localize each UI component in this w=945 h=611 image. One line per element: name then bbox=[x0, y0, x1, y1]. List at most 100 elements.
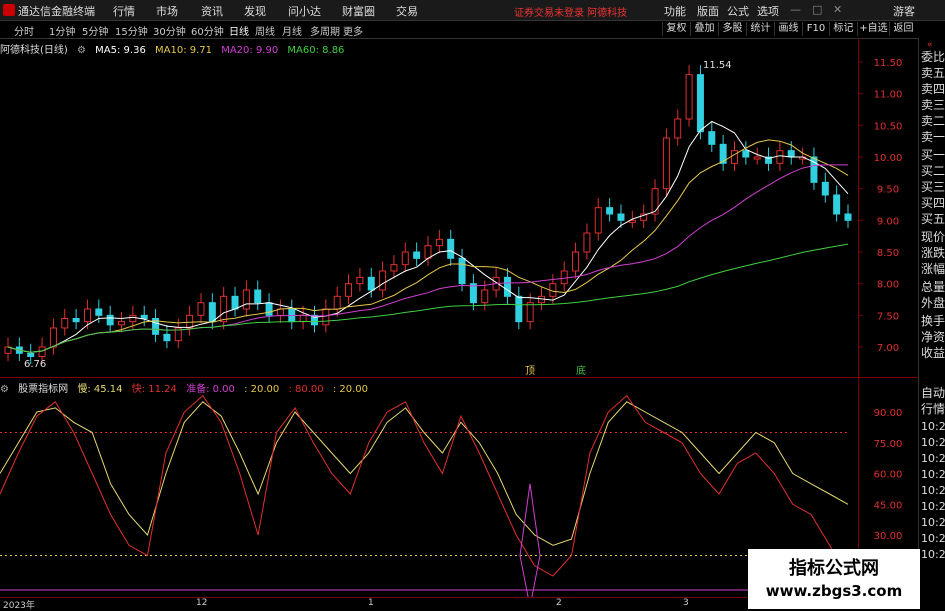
tab-weekly[interactable]: 周线 bbox=[255, 23, 275, 38]
date-label-mar: 3 bbox=[683, 598, 689, 608]
menu-item-wealth[interactable]: 财富圈 bbox=[342, 3, 375, 19]
price-tick-label: 9.00 bbox=[877, 216, 899, 227]
watermark-title: 指标公式网 bbox=[789, 558, 879, 579]
candle-body bbox=[299, 314, 307, 323]
minimize-icon[interactable]: — bbox=[790, 3, 801, 16]
candle-body bbox=[61, 318, 69, 329]
tick-time: 10:27 bbox=[921, 420, 945, 433]
guest-label[interactable]: 游客 bbox=[893, 3, 915, 19]
high-price-label: 11.54 bbox=[703, 60, 732, 71]
price-tick-label: 8.00 bbox=[877, 280, 899, 291]
draw-button[interactable]: 画线 bbox=[774, 22, 802, 36]
menu-item-ask[interactable]: 问小达 bbox=[288, 3, 321, 19]
bottom-signal-label: 底 bbox=[576, 364, 586, 377]
candle-body bbox=[129, 314, 137, 323]
menu-item-formula[interactable]: 公式 bbox=[727, 3, 749, 19]
candle-body bbox=[447, 238, 455, 259]
indicator-tick-label: 75.00 bbox=[874, 439, 903, 450]
price-tick-label: 11.00 bbox=[874, 90, 903, 101]
candle-body bbox=[186, 314, 194, 329]
candle-body bbox=[390, 264, 398, 272]
menu-item-layout[interactable]: 版面 bbox=[697, 3, 719, 19]
menu-item-news[interactable]: 资讯 bbox=[201, 3, 223, 19]
tab-more[interactable]: 更多 bbox=[343, 23, 363, 38]
candle-body bbox=[662, 137, 670, 190]
candle-body bbox=[401, 251, 409, 266]
panel-label-earnings: 收益 bbox=[921, 346, 945, 360]
login-notice[interactable]: 证券交易未登录 阿德科技 bbox=[514, 4, 627, 19]
menu-item-market[interactable]: 行情 bbox=[113, 3, 135, 19]
candle-body bbox=[776, 150, 784, 164]
multi-stock-button[interactable]: 多股 bbox=[718, 22, 746, 36]
candle-body bbox=[685, 74, 693, 120]
watermark-box: 指标公式网 www.zbgs3.com bbox=[748, 549, 920, 609]
tab-15min[interactable]: 15分钟 bbox=[115, 23, 148, 38]
candle-body bbox=[367, 276, 375, 291]
candle-body bbox=[140, 314, 148, 320]
menu-item-markets[interactable]: 市场 bbox=[156, 3, 178, 19]
tab-30min[interactable]: 30分钟 bbox=[153, 23, 186, 38]
tab-1min[interactable]: 1分钟 bbox=[49, 23, 75, 38]
top-signal-label: 顶 bbox=[525, 365, 535, 377]
menu-item-trade[interactable]: 交易 bbox=[396, 3, 418, 19]
panel-auto-tab[interactable]: 自动 bbox=[921, 384, 945, 401]
close-icon[interactable]: ✕ bbox=[833, 3, 842, 16]
candle-body bbox=[424, 245, 432, 259]
candle-body bbox=[220, 295, 228, 323]
tick-time: 10:27 bbox=[921, 452, 945, 465]
mark-button[interactable]: 标记 bbox=[829, 22, 857, 36]
kline-chart[interactable]: 11.50 11.00 10.50 10.00 9.50 9.00 8.50 8.00 7.50… bbox=[0, 38, 918, 598]
price-tick-label: 10.50 bbox=[874, 121, 903, 132]
candle-body bbox=[254, 289, 262, 304]
candle-body bbox=[753, 156, 761, 160]
adjust-button[interactable]: 复权 bbox=[662, 22, 690, 36]
back-button[interactable]: 返回 bbox=[889, 22, 917, 36]
candle-body bbox=[617, 213, 625, 221]
panel-quote-tab[interactable]: 行情 bbox=[921, 400, 945, 417]
candle-body bbox=[674, 118, 682, 139]
price-axis-divider bbox=[858, 38, 859, 598]
menu-item-discover[interactable]: 发现 bbox=[244, 3, 266, 19]
candle-body bbox=[231, 295, 239, 310]
panel-label-price: 现价 bbox=[921, 230, 945, 244]
candle-body bbox=[265, 302, 273, 316]
f10-button[interactable]: F10 bbox=[802, 22, 829, 36]
menu-item-options[interactable]: 选项 bbox=[757, 3, 779, 19]
panel-label-buy5: 买五 bbox=[921, 212, 945, 226]
date-label-2023: 2023年 bbox=[3, 601, 35, 611]
candle-body bbox=[118, 321, 126, 326]
candle-body bbox=[503, 276, 511, 297]
menu-item-function[interactable]: 功能 bbox=[664, 3, 686, 19]
tick-time: 10:27 bbox=[921, 436, 945, 449]
restore-icon[interactable]: □ bbox=[812, 3, 822, 16]
tab-daily[interactable]: 日线 bbox=[229, 23, 249, 38]
tab-monthly[interactable]: 月线 bbox=[282, 23, 302, 38]
stats-button[interactable]: 统计 bbox=[746, 22, 774, 36]
candle-body bbox=[72, 318, 80, 323]
panel-label-turnover: 换手 bbox=[921, 314, 945, 328]
add-watchlist-button[interactable]: +自选 bbox=[857, 22, 889, 36]
candle-body bbox=[379, 270, 387, 291]
candle-body bbox=[345, 283, 353, 297]
price-tick-label: 10.00 bbox=[874, 153, 903, 164]
price-tick-label: 9.50 bbox=[877, 185, 899, 196]
candle-body bbox=[242, 289, 250, 310]
tab-60min[interactable]: 60分钟 bbox=[191, 23, 224, 38]
overlay-button[interactable]: 叠加 bbox=[690, 22, 718, 36]
tab-intraday[interactable]: 分时 bbox=[14, 23, 34, 38]
tab-multi-period[interactable]: 多周期 bbox=[310, 23, 340, 38]
candle-body bbox=[95, 308, 103, 316]
date-label-jan: 1 bbox=[368, 598, 374, 608]
candle-body bbox=[106, 314, 114, 326]
panel-label-buy4: 买四 bbox=[921, 196, 945, 210]
tick-time: 10:27 bbox=[921, 532, 945, 545]
panel-label-volume: 总量 bbox=[921, 280, 945, 294]
tab-5min[interactable]: 5分钟 bbox=[82, 23, 108, 38]
panel-divider bbox=[0, 377, 918, 378]
indicator-tick-label: 30.00 bbox=[874, 531, 903, 542]
slow-line bbox=[0, 401, 849, 546]
candle-body bbox=[322, 308, 330, 326]
panel-label-sell5: 卖五 bbox=[921, 66, 945, 80]
candle-body bbox=[458, 257, 466, 285]
ready-signal-line bbox=[519, 483, 541, 598]
